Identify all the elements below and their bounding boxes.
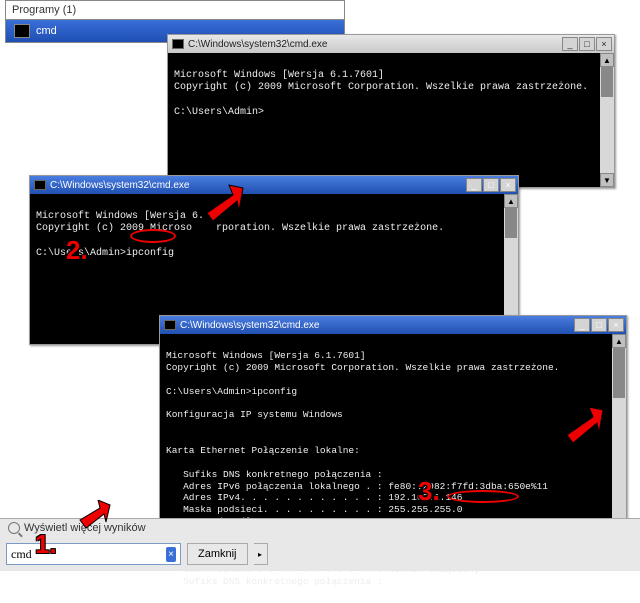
close-button[interactable]: ×	[596, 37, 612, 51]
terminal-body-1[interactable]: Microsoft Windows [Wersja 6.1.7601] Copy…	[168, 53, 614, 136]
annotation-number-1: 1.	[35, 529, 57, 560]
cmd-icon	[34, 180, 46, 190]
cmd-icon	[14, 24, 30, 38]
cmd-icon	[172, 39, 184, 49]
annotation-arrow-1	[70, 500, 120, 540]
scroll-down-icon[interactable]: ▼	[600, 173, 614, 187]
window-title: C:\Windows\system32\cmd.exe	[180, 320, 570, 331]
clear-search-button[interactable]: ×	[166, 547, 176, 562]
window-title: C:\Windows\system32\cmd.exe	[50, 180, 462, 191]
scrollbar[interactable]: ▲ ▼	[600, 53, 614, 187]
titlebar-3[interactable]: C:\Windows\system32\cmd.exe _ □ ×	[160, 316, 626, 334]
scroll-thumb[interactable]	[601, 67, 613, 97]
annotation-number-3: 3.	[418, 476, 440, 507]
titlebar-1[interactable]: C:\Windows\system32\cmd.exe _ □ ×	[168, 35, 614, 53]
close-dropdown[interactable]: ▸	[254, 543, 268, 565]
cmd-icon	[164, 320, 176, 330]
cmd-window-1: C:\Windows\system32\cmd.exe _ □ × Micros…	[167, 34, 615, 188]
scroll-up-icon[interactable]: ▲	[600, 53, 614, 67]
close-button[interactable]: Zamknij	[187, 543, 248, 565]
cmd-result-label: cmd	[36, 25, 57, 37]
annotation-arrow-3	[555, 405, 610, 450]
terminal-body-2[interactable]: Microsoft Windows [Wersja 6. Copyright (…	[30, 194, 518, 277]
annotation-arrow-2	[195, 183, 250, 228]
scroll-thumb[interactable]	[505, 208, 517, 238]
programs-header: Programy (1)	[6, 1, 344, 20]
scroll-thumb[interactable]	[613, 348, 625, 398]
window-title: C:\Windows\system32\cmd.exe	[188, 39, 558, 50]
annotation-number-2: 2.	[66, 235, 88, 266]
maximize-button[interactable]: □	[483, 178, 499, 192]
search-icon	[8, 522, 20, 534]
search-input-wrap[interactable]: ×	[6, 543, 181, 565]
minimize-button[interactable]: _	[574, 318, 590, 332]
titlebar-2[interactable]: C:\Windows\system32\cmd.exe _ □ ×	[30, 176, 518, 194]
scroll-up-icon[interactable]: ▲	[504, 194, 518, 208]
scrollbar[interactable]: ▲ ▼	[612, 334, 626, 534]
close-button[interactable]: ×	[608, 318, 624, 332]
maximize-button[interactable]: □	[591, 318, 607, 332]
scroll-up-icon[interactable]: ▲	[612, 334, 626, 348]
close-button[interactable]: ×	[500, 178, 516, 192]
maximize-button[interactable]: □	[579, 37, 595, 51]
minimize-button[interactable]: _	[466, 178, 482, 192]
minimize-button[interactable]: _	[562, 37, 578, 51]
